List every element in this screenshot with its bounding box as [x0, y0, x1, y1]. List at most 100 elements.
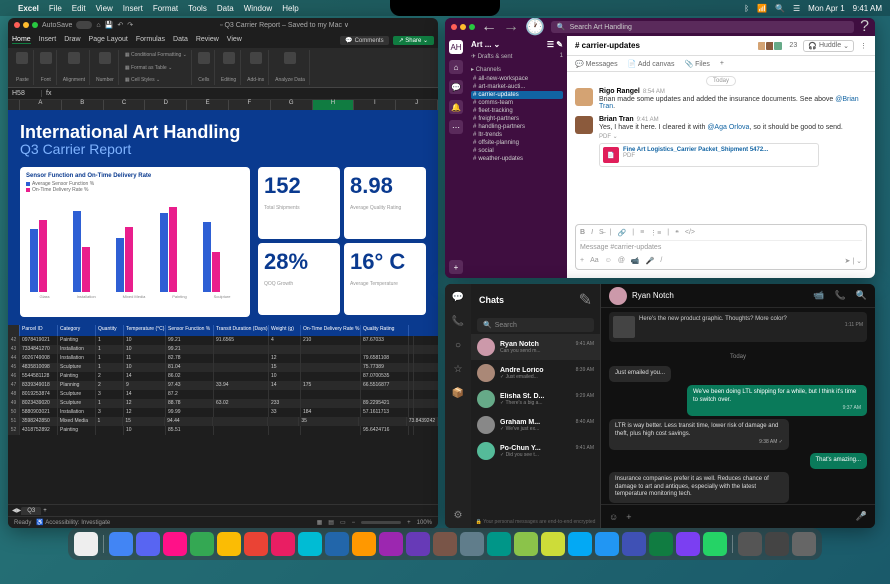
channel-carrier-updates[interactable]: #carrier-updates: [471, 91, 563, 99]
editing-icon[interactable]: [223, 52, 235, 64]
attach-icon[interactable]: +: [580, 257, 584, 265]
cell-reference[interactable]: H58: [12, 90, 42, 97]
video-call-icon[interactable]: 📹: [813, 290, 824, 301]
search-icon[interactable]: 🔍: [775, 4, 785, 13]
menu-file[interactable]: File: [49, 4, 62, 13]
channel-ltr-trends[interactable]: #ltr-trends: [471, 131, 563, 139]
dock-app-13[interactable]: [433, 532, 457, 556]
zoom-slider[interactable]: [361, 521, 401, 524]
dock-app-5[interactable]: [217, 532, 241, 556]
message-bubble[interactable]: That's amazing...: [810, 453, 868, 469]
channel-art-market-aucti...[interactable]: #art-market-aucti...: [471, 83, 563, 91]
chat-search-icon[interactable]: 🔍: [856, 290, 867, 301]
message-composer[interactable]: B I S̶ | 🔗 | ≡ ⋮≡ | ❝ </> Message #carri…: [575, 224, 867, 270]
channel-freight-partners[interactable]: #freight-partners: [471, 115, 563, 123]
menu-help[interactable]: Help: [282, 4, 298, 13]
data-grid[interactable]: Parcel IDCategoryQuantityTemperature (°C…: [8, 325, 438, 504]
chat-rail-calls-icon[interactable]: 📞: [451, 314, 465, 328]
format-table-button[interactable]: ▦ Format as Table ⌄: [125, 65, 172, 71]
chat-list-item[interactable]: Elisha St. D...9:29 AM✓ There's a big a.…: [471, 386, 600, 412]
dock-app-1[interactable]: [109, 532, 133, 556]
attach-icon[interactable]: +: [626, 512, 631, 522]
table-row[interactable]: 449026749008Installation11182.781279.658…: [8, 354, 438, 363]
pinned-message[interactable]: Here's the new product graphic. Thoughts…: [609, 312, 867, 342]
channel-fleet-tracking[interactable]: #fleet-tracking: [471, 107, 563, 115]
align-icon[interactable]: [68, 52, 80, 64]
menu-edit[interactable]: Edit: [72, 4, 86, 13]
cell-styles-button[interactable]: ▦ Cell Styles ⌄: [125, 77, 160, 83]
nav-fwd-icon[interactable]: →: [503, 18, 519, 36]
slack-search-input[interactable]: 🔍Search Art Handling: [551, 21, 854, 33]
chat-header-avatar[interactable]: [609, 287, 627, 305]
zoom-in-button[interactable]: +: [407, 520, 411, 526]
dock-app-17[interactable]: [541, 532, 565, 556]
tab-files[interactable]: 📎 Files: [684, 60, 709, 68]
tab-home[interactable]: Home: [12, 36, 31, 44]
slash-icon[interactable]: /: [660, 257, 662, 265]
table-row[interactable]: 498023439020Sculpture11288.7863.0223389.…: [8, 399, 438, 408]
menu-insert[interactable]: Insert: [123, 4, 143, 13]
chat-list-item[interactable]: Graham M...8:40 AM✓ We've just ex...: [471, 412, 600, 438]
undo-icon[interactable]: ↶: [117, 21, 123, 29]
tab-data[interactable]: Data: [173, 36, 188, 44]
member-count[interactable]: 23: [789, 42, 797, 49]
chat-list-item[interactable]: Po-Chun Y...9:41 AM✓ Did you see t...: [471, 438, 600, 464]
tab-canvas[interactable]: 📄 Add canvas: [628, 60, 675, 68]
channel-handling-partners[interactable]: #handling-partners: [471, 123, 563, 131]
view-layout-icon[interactable]: ▤: [328, 519, 334, 526]
wifi-icon[interactable]: 📶: [757, 4, 767, 13]
link-icon[interactable]: 🔗: [618, 229, 627, 237]
mic-icon[interactable]: 🎤: [646, 257, 655, 265]
chat-search-input[interactable]: 🔍Search: [477, 318, 594, 332]
table-row[interactable]: 437334841270Installation11099.21: [8, 345, 438, 354]
control-center-icon[interactable]: ☰: [793, 4, 800, 13]
menu-data[interactable]: Data: [217, 4, 234, 13]
table-row[interactable]: 488019253874Sculpture31487.2: [8, 390, 438, 399]
chat-rail-settings-icon[interactable]: ⚙: [451, 508, 465, 522]
chat-rail-chats-icon[interactable]: 💬: [451, 290, 465, 304]
voice-call-icon[interactable]: 📞: [835, 290, 846, 301]
workspace-switcher[interactable]: AH: [449, 40, 463, 54]
chat-rail-status-icon[interactable]: ○: [451, 338, 465, 352]
sheet-tab-q3[interactable]: Q3: [21, 507, 41, 515]
view-break-icon[interactable]: ▭: [340, 519, 346, 526]
traffic-lights[interactable]: [451, 24, 475, 30]
menu-window[interactable]: Window: [244, 4, 272, 13]
save-icon[interactable]: 💾: [105, 21, 114, 29]
chat-rail-archive-icon[interactable]: 📦: [451, 386, 465, 400]
channel-weather-updates[interactable]: #weather-updates: [471, 155, 563, 163]
format-icon[interactable]: Aa: [590, 257, 599, 265]
home-icon[interactable]: ⌂: [96, 22, 100, 29]
dock-app-24[interactable]: [738, 532, 762, 556]
table-row[interactable]: 420978419021Painting11099.2191.656542108…: [8, 336, 438, 345]
dock-app-0[interactable]: [74, 532, 98, 556]
chat-list-item[interactable]: Ryan Notch9:41 AMCan you send m...: [471, 334, 600, 360]
mic-icon[interactable]: 🎤: [856, 511, 867, 522]
rail-more-icon[interactable]: ⋯: [449, 120, 463, 134]
dock-app-12[interactable]: [406, 532, 430, 556]
bluetooth-icon[interactable]: ᛒ: [744, 4, 749, 13]
code-icon[interactable]: </>: [685, 229, 695, 237]
drafts-item[interactable]: ✈ Drafts & sent 1: [471, 53, 563, 60]
channel-all-new-workspace[interactable]: #all-new-workspace: [471, 75, 563, 83]
table-row[interactable]: 478339349018Planning2997.4333.941417566.…: [8, 381, 438, 390]
analyze-icon[interactable]: [284, 52, 296, 64]
tab-draw[interactable]: Draw: [64, 36, 80, 44]
italic-icon[interactable]: I: [591, 229, 593, 237]
avatar[interactable]: [575, 88, 593, 106]
emoji-icon[interactable]: ☺: [609, 512, 618, 522]
tab-page-layout[interactable]: Page Layout: [89, 36, 128, 44]
table-row[interactable]: 513598242850Mixed Media11594.443573.8439…: [8, 417, 438, 426]
dock-app-2[interactable]: [136, 532, 160, 556]
dock-app-16[interactable]: [514, 532, 538, 556]
addins-icon[interactable]: [250, 52, 262, 64]
channel-comms-team[interactable]: #comms-team: [471, 99, 563, 107]
dock-app-20[interactable]: [622, 532, 646, 556]
chat-rail-star-icon[interactable]: ☆: [451, 362, 465, 376]
dock-app-8[interactable]: [298, 532, 322, 556]
dock-app-21[interactable]: [649, 532, 673, 556]
view-normal-icon[interactable]: ▦: [317, 519, 323, 526]
file-attachment[interactable]: 📄Fine Art Logistics_Carrier Packet_Shipm…: [599, 143, 819, 167]
table-row[interactable]: 454835810098Sculpture11081.041575.77389: [8, 363, 438, 372]
share-button[interactable]: ↗ Share ⌄: [393, 36, 434, 45]
